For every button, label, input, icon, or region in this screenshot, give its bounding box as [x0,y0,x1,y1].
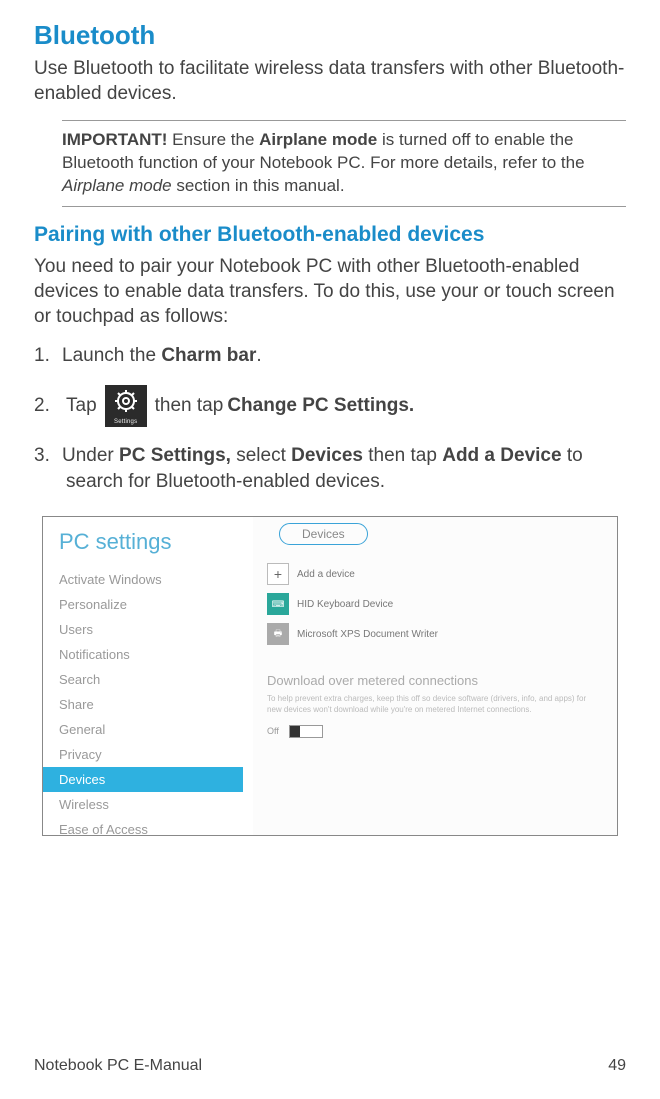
download-toggle-row: Off [267,725,599,738]
step-3-bold2: Devices [291,445,363,466]
step-1-text-b: . [256,345,261,366]
steps-list: 1.Launch the Charm bar. 2. Tap Settings … [34,343,626,494]
keyboard-icon: ⌨ [267,593,289,615]
important-note: IMPORTANT! Ensure the Airplane mode is t… [62,120,626,207]
devices-heading-pill: Devices [279,523,368,545]
nav-devices[interactable]: Devices [43,767,243,792]
note-text-a: Ensure the [167,130,259,149]
nav-privacy[interactable]: Privacy [59,742,253,767]
note-text: IMPORTANT! Ensure the Airplane mode is t… [62,129,626,198]
nav-notifications[interactable]: Notifications [59,642,253,667]
toggle-knob [290,726,300,737]
plus-icon: + [267,563,289,585]
device-keyboard[interactable]: ⌨ HID Keyboard Device [267,593,599,615]
add-device-label: Add a device [297,569,355,580]
step-1-text-a: Launch the [62,345,161,366]
step-2-text-b: then tap [155,393,224,419]
device-xps-writer[interactable]: 🖶 Microsoft XPS Document Writer [267,623,599,645]
nav-search[interactable]: Search [59,667,253,692]
nav-ease-of-access[interactable]: Ease of Access [59,817,253,836]
step-3-text-c: then tap [363,445,442,466]
download-description: To help prevent extra charges, keep this… [267,694,599,715]
settings-charm-icon: Settings [105,385,147,427]
nav-wireless[interactable]: Wireless [59,792,253,817]
step-3-text-a: Under [62,445,119,466]
nav-activate-windows[interactable]: Activate Windows [59,567,253,592]
download-section: Download over metered connections To hel… [267,673,599,738]
step-1-num: 1. [34,343,62,369]
device-xps-label: Microsoft XPS Document Writer [297,629,438,640]
note-airplane-italic: Airplane mode [62,176,172,195]
heading-pairing: Pairing with other Bluetooth-enabled dev… [34,223,626,247]
toggle-state-label: Off [267,726,279,736]
pc-settings-screenshot: PC settings Activate Windows Personalize… [42,516,618,836]
step-3-num: 3. [34,443,62,469]
step-1-bold: Charm bar [161,345,256,366]
download-heading: Download over metered connections [267,673,599,688]
step-3-text-b: select [231,445,291,466]
settings-icon-label: Settings [105,418,147,426]
page-footer: Notebook PC E-Manual 49 [34,1057,626,1075]
step-3-bold3: Add a Device [442,445,561,466]
metered-toggle[interactable] [289,725,323,738]
step-3-bold1: PC Settings, [119,445,231,466]
add-device-button[interactable]: + Add a device [267,563,599,585]
pc-settings-title: PC settings [59,529,253,555]
footer-title: Notebook PC E-Manual [34,1057,202,1075]
pairing-text: You need to pair your Notebook PC with o… [34,255,626,329]
settings-content: Devices + Add a device ⌨ HID Keyboard De… [253,517,617,835]
step-3: 3.Under PC Settings, select Devices then… [34,443,626,494]
settings-nav: Activate Windows Personalize Users Notif… [59,567,253,836]
step-2-text-a: Tap [66,393,97,419]
page-number: 49 [608,1057,626,1075]
step-2-num: 2. [34,393,66,419]
note-label: IMPORTANT! [62,130,167,149]
settings-sidebar: PC settings Activate Windows Personalize… [43,517,253,835]
nav-general[interactable]: General [59,717,253,742]
nav-personalize[interactable]: Personalize [59,592,253,617]
printer-icon: 🖶 [267,623,289,645]
note-airplane-bold: Airplane mode [259,130,377,149]
note-text-c: section in this manual. [172,176,345,195]
nav-users[interactable]: Users [59,617,253,642]
nav-share[interactable]: Share [59,692,253,717]
step-2: 2. Tap Settings then tap Change PC Setti… [34,385,626,427]
step-2-bold: Change PC Settings. [227,393,414,419]
device-keyboard-label: HID Keyboard Device [297,599,393,610]
devices-list: + Add a device ⌨ HID Keyboard Device 🖶 M… [267,563,599,645]
heading-bluetooth: Bluetooth [34,20,626,51]
step-1: 1.Launch the Charm bar. [34,343,626,369]
intro-text: Use Bluetooth to facilitate wireless dat… [34,57,626,106]
